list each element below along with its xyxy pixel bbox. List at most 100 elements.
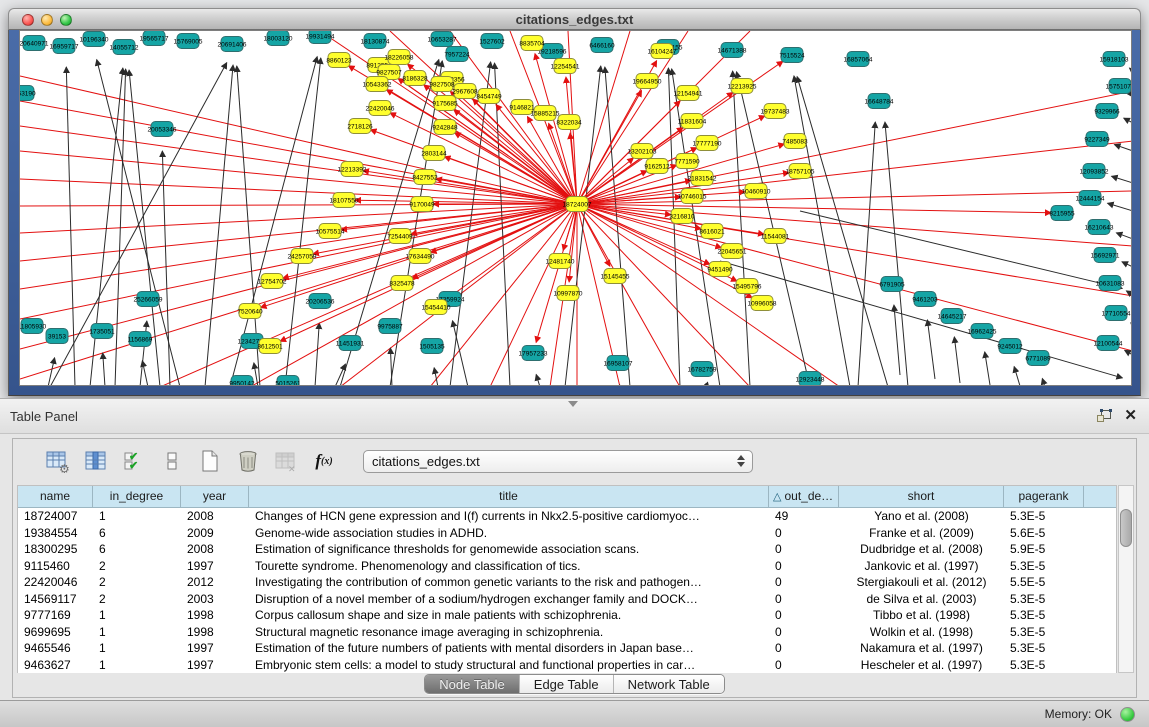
graph-node[interactable]: 9950142 [229,376,255,387]
graph-node[interactable]: 9162512 [644,159,670,174]
graph-node[interactable]: 25266059 [134,292,163,307]
graph-node[interactable]: 18003120 [264,31,293,46]
graph-node[interactable]: 8186328 [402,71,428,86]
column-header-year[interactable]: year [181,486,249,507]
function-builder-button[interactable]: f(x) [311,448,337,474]
table-row[interactable]: 2242004622012Investigating the contribut… [18,574,1116,591]
tab-node-table[interactable]: Node Table [425,675,519,693]
graph-node[interactable]: 2063190 [20,86,36,101]
graph-node[interactable]: 1527602 [479,34,505,49]
graph-node[interactable]: 20053346 [148,122,177,137]
table-cell[interactable]: 1997 [181,558,249,575]
graph-node[interactable]: 11805930 [20,319,47,334]
graph-node[interactable]: 3216810 [669,209,695,224]
graph-node[interactable]: 6791905 [879,277,905,292]
scrollbar-thumb[interactable] [1120,509,1132,547]
graph-node[interactable]: 10631083 [1096,276,1125,291]
table-cell[interactable]: 5.3E-5 [1004,508,1084,525]
graph-node[interactable]: 9245012 [997,339,1023,354]
table-cell[interactable]: Estimation of significance thresholds fo… [249,541,769,558]
graph-node[interactable]: 18757105 [786,164,815,179]
graph-node[interactable]: 17634490 [406,249,435,264]
graph-node[interactable]: 1156869 [128,332,153,347]
table-cell[interactable]: 9115460 [18,558,93,575]
table-cell[interactable]: Investigating the contribution of common… [249,574,769,591]
table-cell[interactable]: 0 [769,624,839,641]
table-row[interactable]: 1872400712008Changes of HCN gene express… [18,508,1116,525]
table-cell[interactable]: 0 [769,525,839,542]
graph-node[interactable]: 8612501 [257,339,283,354]
graph-node[interactable]: 14055712 [110,40,139,55]
table-cell[interactable]: 9465546 [18,640,93,657]
graph-node[interactable]: 7957224 [444,47,470,62]
table-cell[interactable]: 18724007 [18,508,93,525]
graph-node[interactable]: 2718126 [347,119,373,134]
create-column-button[interactable] [197,448,223,474]
table-cell[interactable]: 5.9E-5 [1004,541,1084,558]
graph-node[interactable]: 9227349 [1084,132,1110,147]
graph-node[interactable]: 16648784 [865,94,894,109]
graph-node[interactable]: 14645217 [938,309,967,324]
graph-node[interactable]: 16210643 [1085,220,1114,235]
graph-node[interactable]: 7485083 [782,134,808,149]
table-cell[interactable]: Estimation of the future numbers of pati… [249,640,769,657]
graph-node[interactable]: 13202103 [628,144,657,159]
table-row[interactable]: 1456911722003Disruption of a novel membe… [18,591,1116,608]
table-cell[interactable]: Yano et al. (2008) [839,508,1004,525]
graph-node[interactable]: 15145455 [601,269,630,284]
graph-node[interactable]: 7520640 [237,304,263,319]
graph-node[interactable]: 9827508 [429,77,455,92]
graph-node[interactable]: 18226058 [385,50,414,65]
table-selector-dropdown[interactable]: citations_edges.txt [363,450,753,473]
graph-node[interactable]: 2803144 [421,146,447,161]
graph-node[interactable]: 12213392 [338,162,367,177]
graph-node[interactable]: 8427552 [412,170,438,185]
graph-node[interactable]: 11544081 [761,229,790,244]
graph-node[interactable]: 20691406 [218,37,247,52]
graph-node[interactable]: 18107550 [330,193,359,208]
table-row[interactable]: 1938455462009Genome-wide association stu… [18,525,1116,542]
graph-node[interactable]: 10575514 [316,224,345,239]
table-cell[interactable]: 5.5E-5 [1004,574,1084,591]
table-cell[interactable]: 0 [769,640,839,657]
graph-node[interactable]: 12923448 [796,372,825,387]
graph-node[interactable]: 9975887 [377,319,403,334]
graph-node[interactable]: 16962425 [968,324,997,339]
table-row[interactable]: 946554611997Estimation of the future num… [18,640,1116,657]
table-cell[interactable]: Nakamura et al. (1997) [839,640,1004,657]
graph-node[interactable]: 9461203 [912,292,938,307]
table-cell[interactable]: 18300295 [18,541,93,558]
table-row[interactable]: 969969511998Structural magnetic resonanc… [18,624,1116,641]
table-cell[interactable]: Wolkin et al. (1998) [839,624,1004,641]
table-cell[interactable]: 1997 [181,640,249,657]
graph-node[interactable]: 8860123 [326,53,352,68]
tab-edge-table[interactable]: Edge Table [519,675,613,693]
split-pane-collapse-icon[interactable] [568,401,578,407]
table-cell[interactable]: 1998 [181,624,249,641]
graph-node[interactable]: 9175685 [432,96,458,111]
graph-node[interactable]: 10996058 [748,296,777,311]
table-cell[interactable]: 2008 [181,508,249,525]
graph-node[interactable]: 8322034 [556,115,582,130]
network-canvas[interactable]: 1872400720640971169597171019634014055712… [19,30,1132,386]
graph-node[interactable]: 15751074 [1106,79,1132,94]
graph-node[interactable]: 2967608 [452,84,478,99]
table-cell[interactable]: 2 [93,591,181,608]
tab-network-table[interactable]: Network Table [613,675,724,693]
graph-node[interactable]: 15692971 [1091,248,1120,263]
graph-node[interactable]: 12213925 [728,79,757,94]
graph-node[interactable]: 10460910 [742,184,771,199]
close-panel-icon[interactable]: ✕ [1124,408,1137,424]
graph-node[interactable]: 10997870 [554,286,583,301]
graph-node[interactable]: 8616021 [699,224,725,239]
table-cell[interactable]: Genome-wide association studies in ADHD. [249,525,769,542]
graph-node[interactable]: 19931494 [306,31,335,44]
graph-node[interactable]: 10746015 [678,189,707,204]
table-cell[interactable]: 19384554 [18,525,93,542]
table-cell[interactable]: 1 [93,607,181,624]
table-cell[interactable]: 1 [93,624,181,641]
table-cell[interactable]: Disruption of a novel member of a sodium… [249,591,769,608]
select-attributes-button[interactable]: ✔ ✔ [121,448,147,474]
table-cell[interactable]: 2009 [181,525,249,542]
graph-node[interactable]: 8835704 [519,36,545,51]
